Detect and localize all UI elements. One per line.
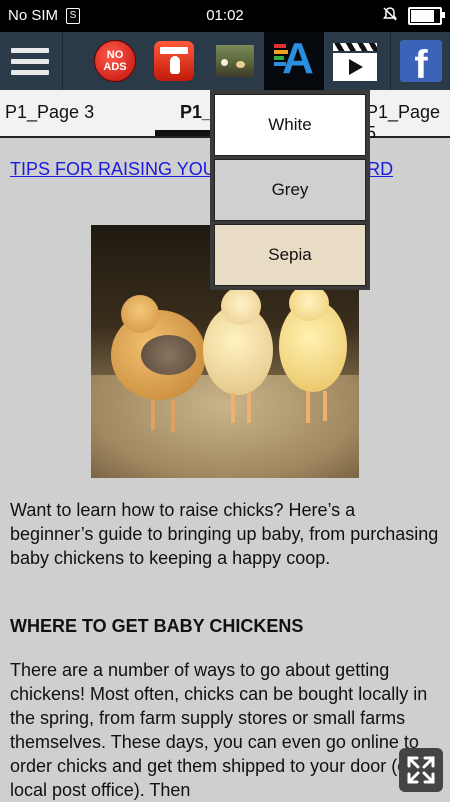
intro-paragraph: Want to learn how to raise chicks? Here’… bbox=[10, 500, 439, 568]
video-icon bbox=[333, 41, 377, 81]
facebook-icon: f bbox=[400, 40, 442, 82]
body-paragraph: There are a number of ways to go about g… bbox=[10, 660, 428, 800]
farm-app-button[interactable] bbox=[210, 36, 260, 86]
donate-button[interactable] bbox=[149, 36, 199, 86]
theme-option-sepia[interactable]: Sepia bbox=[214, 224, 366, 286]
farm-app-icon bbox=[216, 45, 254, 77]
menu-icon bbox=[11, 42, 49, 81]
font-style-icon: A bbox=[272, 34, 316, 84]
theme-dropdown: White Grey Sepia bbox=[210, 90, 370, 290]
theme-option-grey[interactable]: Grey bbox=[214, 159, 366, 221]
status-bar: No SIM S 01:02 bbox=[0, 0, 450, 32]
no-ads-icon: NO ADS bbox=[94, 40, 136, 82]
no-ads-button[interactable]: NO ADS bbox=[90, 36, 140, 86]
tab-current-page[interactable]: P1_ bbox=[180, 102, 212, 123]
battery-icon bbox=[408, 7, 445, 25]
app-toolbar: NO ADS A f bbox=[0, 32, 450, 92]
facebook-button[interactable]: f bbox=[396, 36, 446, 86]
video-button[interactable] bbox=[330, 36, 380, 86]
theme-option-white[interactable]: White bbox=[214, 94, 366, 156]
section-heading: WHERE TO GET BABY CHICKENS bbox=[10, 616, 304, 636]
font-style-button[interactable]: A bbox=[264, 32, 324, 90]
tab-page-3[interactable]: P1_Page 3 bbox=[5, 102, 94, 123]
menu-button[interactable] bbox=[5, 36, 55, 86]
fullscreen-icon bbox=[407, 756, 435, 784]
donate-icon bbox=[154, 41, 194, 81]
status-right bbox=[382, 6, 445, 26]
alarm-off-icon bbox=[382, 6, 398, 26]
fullscreen-button[interactable] bbox=[399, 748, 443, 792]
